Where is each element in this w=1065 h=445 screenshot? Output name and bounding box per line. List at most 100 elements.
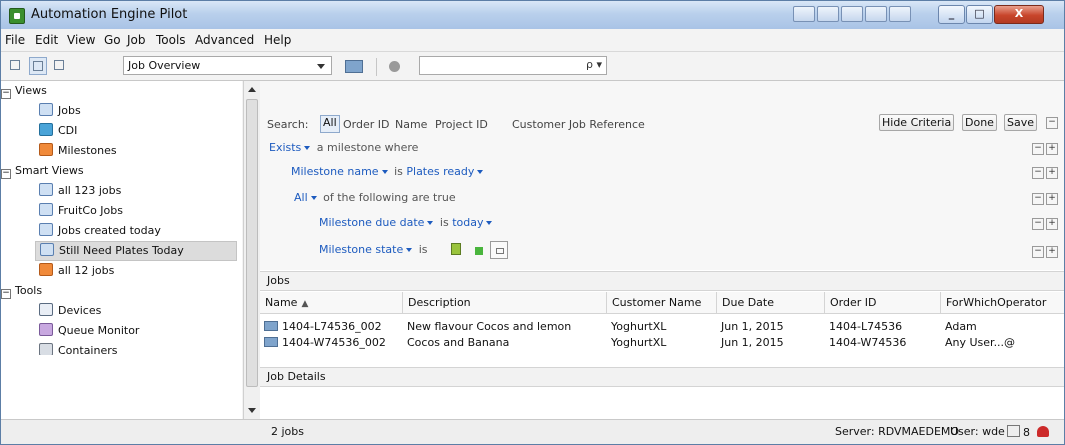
tree-section-smart-views[interactable]: − Smart Views	[1, 161, 84, 181]
tree-item-jobs-created-today[interactable]: Jobs created today	[39, 221, 161, 241]
chevron-down-icon[interactable]	[486, 221, 493, 225]
search-input[interactable]	[419, 56, 607, 75]
column-label: Name	[265, 296, 298, 309]
search-icon[interactable]: ρ ▾	[586, 58, 602, 71]
collapse-icon[interactable]: −	[1, 169, 11, 179]
chevron-down-icon[interactable]	[304, 146, 311, 150]
tree-item-containers[interactable]: Containers	[39, 341, 118, 355]
navigation-tree: − Views Jobs CDI Milestones − Smart Views …	[1, 81, 242, 419]
smart-view-icon	[39, 203, 53, 216]
remove-rule-button[interactable]: −	[1032, 218, 1044, 230]
tree-item-jobs[interactable]: Jobs	[39, 101, 81, 121]
column-header-order-id[interactable]: Order ID	[824, 292, 940, 314]
column-header-description[interactable]: Description	[402, 292, 606, 314]
rule-value[interactable]: Plates ready	[406, 165, 474, 178]
panel-view-button[interactable]	[51, 57, 69, 75]
scroll-thumb[interactable]	[246, 99, 258, 387]
tree-section-tools[interactable]: − Tools	[1, 281, 42, 301]
menu-file[interactable]: File	[5, 33, 25, 47]
rule-field[interactable]: Milestone due date	[319, 216, 424, 229]
add-rule-button[interactable]: +	[1046, 246, 1058, 258]
table-row[interactable]: 1404-W74536_002 Cocos and Banana Yoghurt…	[260, 335, 1064, 351]
menu-tools[interactable]: Tools	[156, 33, 186, 47]
tree-section-views[interactable]: − Views	[1, 81, 47, 101]
chevron-down-icon[interactable]	[406, 248, 413, 252]
tree-item-devices[interactable]: Devices	[39, 301, 101, 321]
tree-item-cdi[interactable]: CDI	[39, 121, 77, 141]
single-view-button[interactable]	[7, 57, 25, 75]
menu-job[interactable]: Job	[127, 33, 146, 47]
share-icon[interactable]	[817, 6, 839, 22]
remove-rule-button[interactable]: −	[1032, 167, 1044, 179]
tree-item-all-123-jobs[interactable]: all 123 jobs	[39, 181, 121, 201]
collapse-icon[interactable]: −	[1, 89, 11, 99]
close-button[interactable]: X	[994, 5, 1044, 24]
menu-edit[interactable]: Edit	[35, 33, 58, 47]
menu-bar: File Edit View Go Job Tools Advanced Hel…	[1, 29, 1064, 52]
column-header-name[interactable]: Name ▲	[260, 292, 402, 314]
scroll-up-icon[interactable]	[248, 87, 256, 92]
view-select[interactable]: Job Overview	[123, 56, 332, 75]
message-count[interactable]: 8	[1007, 425, 1030, 439]
new-folder-icon[interactable]	[345, 60, 363, 73]
maximize-button[interactable]: □	[966, 5, 993, 24]
panel-view-icon	[54, 60, 64, 70]
tree-item-fruitco-jobs[interactable]: FruitCo Jobs	[39, 201, 123, 221]
menu-help[interactable]: Help	[264, 33, 291, 47]
status-circle-icon[interactable]	[389, 61, 400, 72]
tree-item-queue-monitor[interactable]: Queue Monitor	[39, 321, 139, 341]
alert-icon[interactable]	[1037, 426, 1049, 437]
tree-item-all-12-jobs[interactable]: all 12 jobs	[39, 261, 114, 281]
exists-operator[interactable]: Exists	[269, 141, 301, 154]
add-rule-button[interactable]: +	[1046, 143, 1058, 155]
search-field-order-id[interactable]: Order ID	[343, 118, 389, 131]
state-done-icon[interactable]	[475, 247, 483, 255]
hide-criteria-button[interactable]: Hide Criteria	[879, 114, 955, 131]
grid-view-button[interactable]	[29, 57, 47, 75]
search-field-all[interactable]: All	[320, 115, 340, 133]
tree-scrollbar[interactable]	[243, 81, 260, 419]
chevron-down-icon[interactable]	[381, 170, 388, 174]
tree-item-still-need-plates-today[interactable]: Still Need Plates Today	[35, 241, 237, 261]
chevron-down-icon[interactable]	[477, 170, 484, 174]
rule-field[interactable]: Milestone name	[291, 165, 379, 178]
scroll-down-icon[interactable]	[248, 408, 256, 413]
collapse-icon[interactable]: −	[1, 289, 11, 299]
menu-advanced[interactable]: Advanced	[195, 33, 254, 47]
menu-view[interactable]: View	[67, 33, 95, 47]
collapse-criteria-button[interactable]: −	[1046, 117, 1058, 129]
criteria-rule-milestone-state: Milestone state is	[319, 243, 428, 256]
view-select-value: Job Overview	[128, 59, 201, 72]
state-started-icon[interactable]	[451, 243, 461, 255]
remove-rule-button[interactable]: −	[1032, 193, 1044, 205]
all-operator[interactable]: All	[294, 191, 308, 204]
user-icon[interactable]	[889, 6, 911, 22]
network-icon[interactable]	[793, 6, 815, 22]
add-rule-button[interactable]: +	[1046, 218, 1058, 230]
sort-ascending-icon[interactable]: ▲	[301, 299, 308, 309]
monitor-icon[interactable]	[865, 6, 887, 22]
chevron-down-icon[interactable]	[427, 221, 434, 225]
minimize-button[interactable]: _	[938, 5, 965, 24]
remove-rule-button[interactable]: −	[1032, 246, 1044, 258]
panel-icon[interactable]	[841, 6, 863, 22]
search-field-name[interactable]: Name	[395, 118, 427, 131]
tree-item-milestones[interactable]: Milestones	[39, 141, 117, 161]
add-rule-button[interactable]: +	[1046, 193, 1058, 205]
state-pending-button[interactable]	[490, 241, 508, 259]
column-header-for-which-operator[interactable]: ForWhichOperator	[940, 292, 1064, 314]
search-field-project-id[interactable]: Project ID	[435, 118, 488, 131]
table-row[interactable]: 1404-L74536_002 New flavour Cocos and le…	[260, 319, 1064, 335]
column-header-customer-name[interactable]: Customer Name	[606, 292, 716, 314]
remove-rule-button[interactable]: −	[1032, 143, 1044, 155]
done-button[interactable]: Done	[962, 114, 997, 131]
menu-go[interactable]: Go	[104, 33, 121, 47]
save-button[interactable]: Save	[1004, 114, 1038, 131]
chevron-down-icon[interactable]	[310, 196, 317, 200]
search-field-customer-job-reference[interactable]: Customer Job Reference	[512, 118, 645, 131]
add-rule-button[interactable]: +	[1046, 167, 1058, 179]
rule-field[interactable]: Milestone state	[319, 243, 403, 256]
column-header-due-date[interactable]: Due Date	[716, 292, 824, 314]
rule-value[interactable]: today	[452, 216, 483, 229]
cell-order-id: 1404-W74536	[829, 336, 907, 349]
